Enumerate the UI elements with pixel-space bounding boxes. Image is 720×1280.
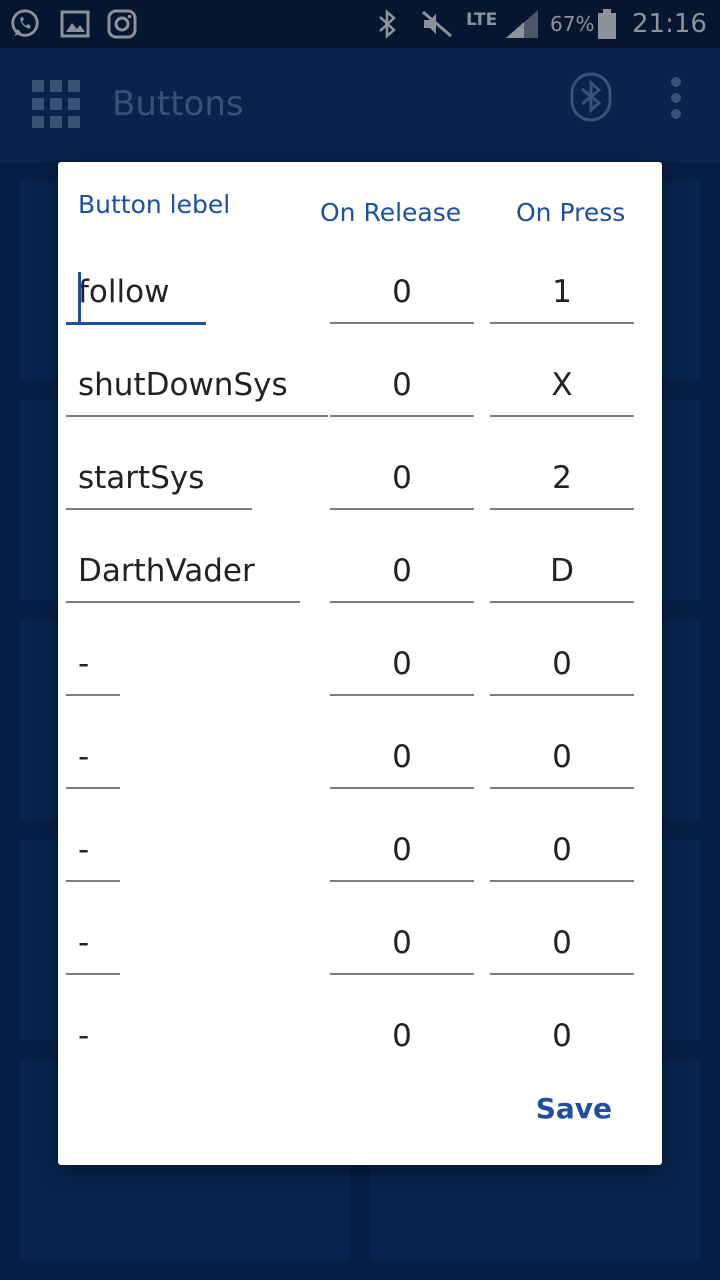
on-press-input[interactable]: 1 bbox=[490, 272, 634, 324]
on-press-input[interactable]: 0 bbox=[490, 923, 634, 975]
on-press-input[interactable]: 0 bbox=[490, 737, 634, 789]
button-label-input[interactable]: - bbox=[66, 644, 120, 696]
on-release-input[interactable]: 0 bbox=[330, 1016, 474, 1048]
config-row: - 00 bbox=[58, 816, 662, 909]
button-label-input[interactable]: - bbox=[66, 923, 120, 975]
button-label-input[interactable]: startSys bbox=[66, 458, 252, 510]
on-press-input[interactable]: 2 bbox=[490, 458, 634, 510]
on-release-input[interactable]: 0 bbox=[330, 272, 474, 324]
button-label-input[interactable]: shutDownSys bbox=[66, 365, 328, 417]
config-row: follow 0 1 bbox=[58, 258, 662, 351]
config-row: shutDownSys 0 X bbox=[58, 351, 662, 444]
config-row: DarthVader 0 D bbox=[58, 537, 662, 630]
config-row: startSys 0 2 bbox=[58, 444, 662, 537]
on-release-input[interactable]: 0 bbox=[330, 458, 474, 510]
button-label-input[interactable]: DarthVader bbox=[66, 551, 300, 603]
button-label-input[interactable]: - bbox=[66, 1016, 120, 1048]
on-press-input[interactable]: D bbox=[490, 551, 634, 603]
config-row: - 00 bbox=[58, 1002, 662, 1095]
on-release-input[interactable]: 0 bbox=[330, 923, 474, 975]
on-press-input[interactable]: 0 bbox=[490, 1016, 634, 1048]
header-button-label: Button lebel bbox=[78, 190, 231, 219]
on-release-input[interactable]: 0 bbox=[330, 737, 474, 789]
on-press-input[interactable]: 0 bbox=[490, 644, 634, 696]
header-on-press: On Press bbox=[516, 198, 626, 227]
config-row: - 00 bbox=[58, 630, 662, 723]
on-release-input[interactable]: 0 bbox=[330, 830, 474, 882]
config-row: - 00 bbox=[58, 909, 662, 1002]
on-press-input[interactable]: X bbox=[490, 365, 634, 417]
button-label-input[interactable]: - bbox=[66, 737, 120, 789]
save-button[interactable]: Save bbox=[536, 1092, 612, 1125]
on-release-input[interactable]: 0 bbox=[330, 644, 474, 696]
on-release-input[interactable]: 0 bbox=[330, 365, 474, 417]
config-row: - 00 bbox=[58, 723, 662, 816]
on-press-input[interactable]: 0 bbox=[490, 830, 634, 882]
text-cursor bbox=[78, 272, 81, 322]
button-config-dialog: Button lebel On Release On Press follow 0… bbox=[58, 162, 662, 1165]
button-label-input[interactable]: follow bbox=[66, 272, 206, 325]
button-label-input[interactable]: - bbox=[66, 830, 120, 882]
on-release-input[interactable]: 0 bbox=[330, 551, 474, 603]
header-on-release: On Release bbox=[320, 198, 462, 227]
